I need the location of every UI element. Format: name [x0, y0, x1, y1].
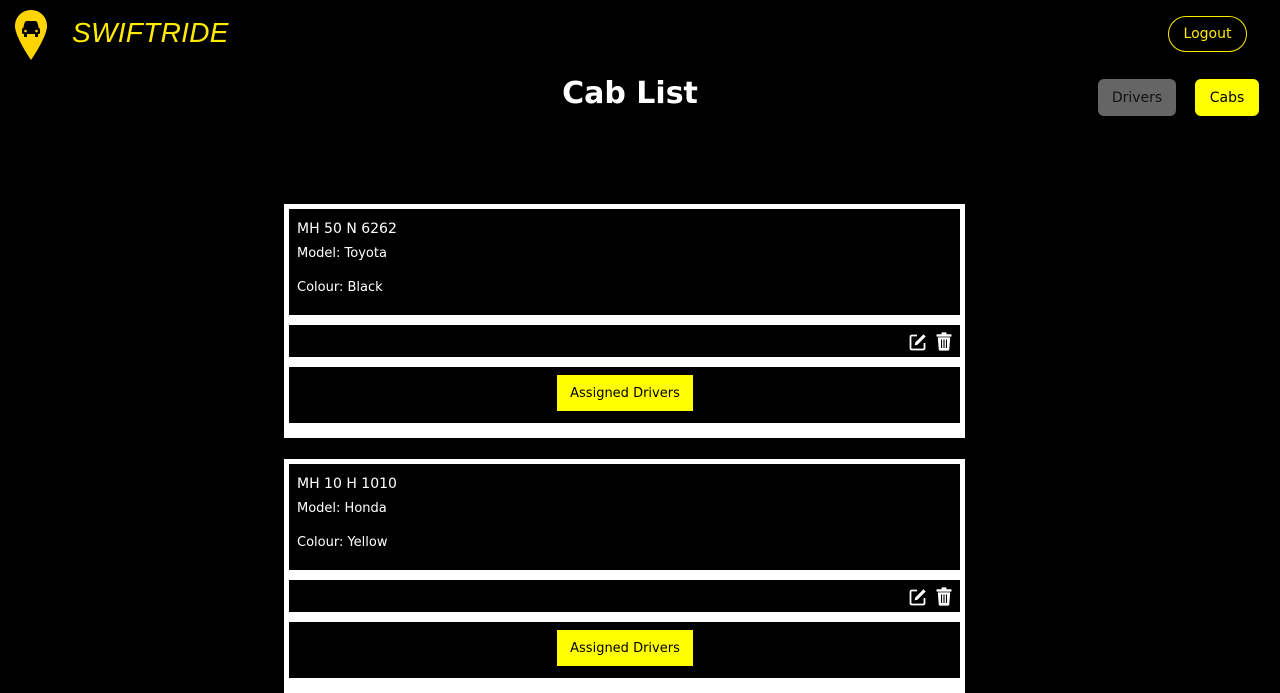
edit-icon[interactable]: [909, 333, 927, 351]
cab-colour: Colour: Black: [297, 280, 383, 295]
drivers-nav-button[interactable]: Drivers: [1098, 79, 1176, 116]
cab-actions-bar: [289, 580, 960, 612]
cab-model: Model: Toyota: [297, 246, 387, 261]
cab-info-panel: MH 10 H 1010 Model: Honda Colour: Yellow: [289, 464, 960, 570]
trash-icon[interactable]: [936, 332, 952, 351]
logout-button[interactable]: Logout: [1168, 16, 1247, 52]
assigned-drivers-button[interactable]: Assigned Drivers: [557, 630, 693, 666]
assigned-drivers-button[interactable]: Assigned Drivers: [557, 375, 693, 411]
brand-name: SWIFTRIDE: [72, 17, 229, 48]
cabs-nav-button[interactable]: Cabs: [1195, 79, 1259, 116]
cab-colour: Colour: Yellow: [297, 535, 388, 550]
cab-registration: MH 50 N 6262: [297, 221, 397, 237]
logo-pin-icon: [15, 10, 47, 60]
cab-assign-panel: Assigned Drivers: [289, 367, 960, 423]
cab-card: MH 10 H 1010 Model: Honda Colour: Yellow…: [284, 459, 965, 693]
cab-card: MH 50 N 6262 Model: Toyota Colour: Black…: [284, 204, 965, 438]
cab-assign-panel: Assigned Drivers: [289, 622, 960, 678]
cab-info-panel: MH 50 N 6262 Model: Toyota Colour: Black: [289, 209, 960, 315]
cab-actions-bar: [289, 325, 960, 357]
page-title: Cab List: [562, 76, 698, 111]
cab-model: Model: Honda: [297, 501, 387, 516]
trash-icon[interactable]: [936, 587, 952, 606]
edit-icon[interactable]: [909, 588, 927, 606]
cab-registration: MH 10 H 1010: [297, 476, 397, 492]
